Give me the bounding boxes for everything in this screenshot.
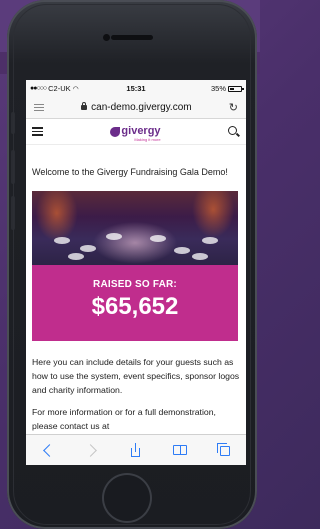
battery-group: 35%	[210, 84, 244, 93]
carrier-label: C2-UK	[48, 84, 71, 93]
earpiece-speaker	[111, 35, 153, 40]
details-paragraph: Here you can include details for your gu…	[32, 357, 240, 395]
mute-switch	[11, 112, 15, 134]
url-field[interactable]: can-demo.givergy.com	[51, 100, 222, 116]
bookmarks-icon[interactable]	[172, 442, 188, 458]
signal-icon: ●●○○○	[30, 85, 47, 92]
forward-icon[interactable]	[84, 442, 100, 458]
raised-amount: $65,652	[91, 293, 179, 320]
volume-down-button	[11, 196, 15, 230]
logo-tagline: Making it more	[134, 137, 161, 142]
givergy-logo[interactable]: givergy Making it more	[43, 121, 228, 142]
wifi-icon: ◠	[72, 85, 79, 93]
safari-toolbar	[26, 434, 246, 465]
intro-text: Welcome to the Givergy Fundraising Gala …	[32, 167, 228, 177]
logo-text: givergy	[121, 125, 161, 137]
url-text: can-demo.givergy.com	[91, 102, 192, 113]
tabs-icon[interactable]	[216, 442, 232, 458]
hamburger-menu-icon[interactable]	[32, 125, 43, 138]
browser-url-bar: can-demo.givergy.com ↻	[26, 97, 246, 119]
logo-mark-icon	[110, 126, 121, 137]
home-button[interactable]	[102, 473, 152, 523]
page-content: Welcome to the Givergy Fundraising Gala …	[26, 165, 246, 433]
battery-icon	[228, 85, 244, 92]
reader-icon[interactable]	[34, 102, 44, 113]
raised-label: RAISED SO FAR:	[93, 279, 177, 290]
phone-screen: ●●○○○ C2-UK ◠ 15:31 35% can-demo.givergy…	[26, 80, 246, 465]
logo-wordmark: givergy Making it more	[121, 121, 160, 142]
back-icon[interactable]	[40, 442, 56, 458]
share-icon[interactable]	[128, 442, 144, 458]
raised-so-far-banner: RAISED SO FAR: $65,652	[32, 265, 238, 341]
volume-up-button	[11, 150, 15, 184]
reload-icon[interactable]: ↻	[229, 101, 238, 114]
contact-paragraph: For more information or for a full demon…	[32, 407, 216, 431]
search-icon[interactable]	[228, 125, 240, 138]
lock-icon	[81, 102, 88, 110]
gala-hero-photo	[32, 191, 238, 265]
battery-percent: 35%	[210, 84, 226, 93]
front-camera	[103, 34, 110, 41]
site-header: givergy Making it more	[26, 119, 246, 145]
status-bar: ●●○○○ C2-UK ◠ 15:31 35%	[26, 80, 246, 97]
carrier-group: ●●○○○ C2-UK ◠	[30, 84, 79, 93]
